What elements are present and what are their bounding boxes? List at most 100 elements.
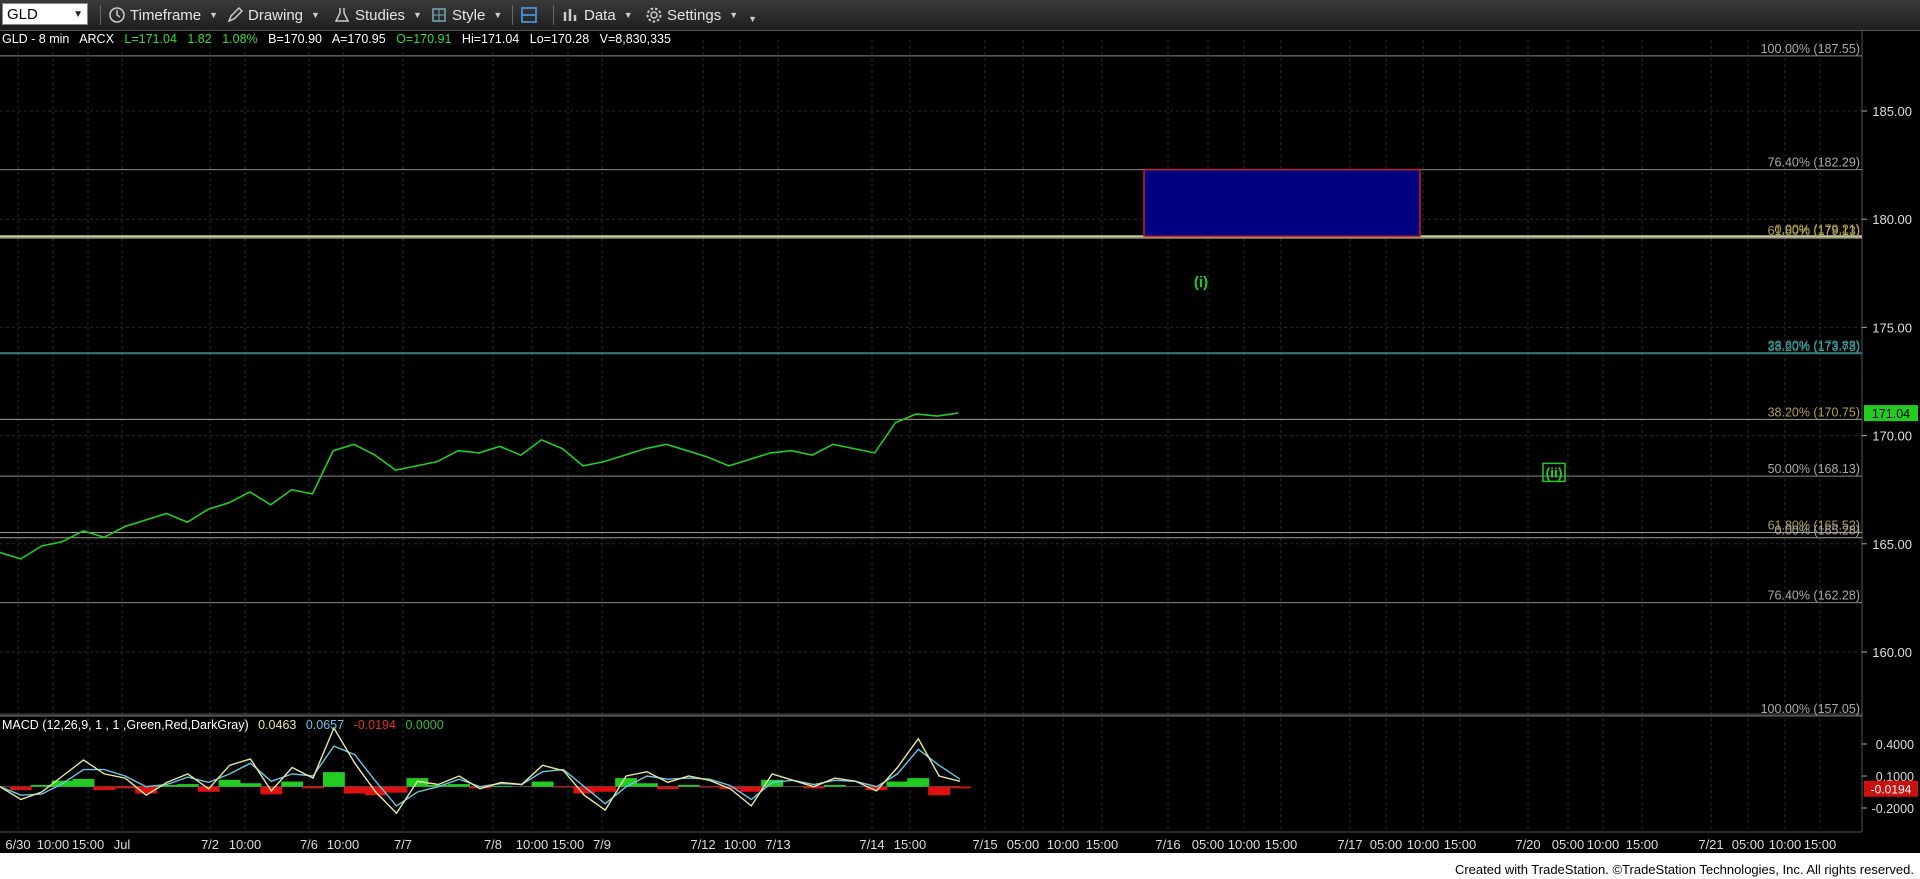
time-tick-label: 6/30 (5, 837, 30, 852)
time-tick-label: 7/17 (1337, 837, 1362, 852)
fib-level-label: 0.00% (165.28) (1775, 524, 1860, 538)
price-line (0, 412, 959, 560)
macd-histogram-bar (9, 786, 32, 791)
time-tick-label: 7/2 (201, 837, 219, 852)
target-zone (1143, 168, 1421, 238)
macd-histogram-bar (385, 786, 408, 793)
signal-value: 0.0657 (305, 718, 345, 732)
time-tick-label: 15:00 (1444, 837, 1477, 852)
macd-panel: 0.40000.1000-0.2000-0.0194 (0, 726, 1918, 816)
time-tick-label: 7/7 (394, 837, 412, 852)
price-tick-label: 170.00 (1872, 429, 1912, 444)
macd-histogram-bar (72, 778, 95, 787)
time-tick-label: 05:00 (1007, 837, 1040, 852)
time-tick-label: 7/6 (300, 837, 318, 852)
fib-level-label: 76.40% (162.28) (1768, 589, 1860, 603)
macd-histogram-bar (448, 784, 471, 787)
price-tick-label: 175.00 (1872, 320, 1912, 335)
macd-histogram-bar (949, 786, 971, 789)
time-tick-label: 10:00 (37, 837, 70, 852)
price-tick-label: 160.00 (1872, 645, 1912, 660)
macd-histogram-bar (594, 786, 617, 792)
macd-study-label[interactable]: MACD (12,26,9, 1 , 1 ,Green,Red,DarkGray… (2, 718, 450, 732)
copyright-footer: Created with TradeStation. ©TradeStation… (1454, 862, 1914, 877)
volume: V=8,830,335 (599, 32, 671, 46)
macd-histogram-bar (343, 786, 366, 794)
macd-histogram-bar (302, 786, 324, 789)
macd-histogram-bar (886, 781, 909, 787)
time-tick-label: 10:00 (1769, 837, 1802, 852)
zero-value: 0.0000 (405, 718, 444, 732)
macd-histogram-bar (928, 786, 951, 796)
wave-label-i: (i) (1194, 274, 1208, 291)
open: O=170.91 (396, 32, 452, 46)
time-tick-label: 05:00 (1370, 837, 1403, 852)
time-tick-label: 10:00 (1587, 837, 1620, 852)
macd-tick-label: 0.4000 (1876, 738, 1914, 752)
macd-signal-line (0, 745, 961, 807)
macd-histogram-bar (239, 783, 262, 787)
time-tick-label: 7/21 (1698, 837, 1723, 852)
fib-level-label: 61.80% (179.13) (1768, 224, 1860, 238)
price-tick-label: 165.00 (1872, 537, 1912, 552)
time-tick-label: 15:00 (1626, 837, 1659, 852)
fib-level-label: 76.40% (182.29) (1768, 156, 1860, 170)
macd-histogram-bar (93, 786, 116, 791)
time-tick-label: 7/13 (765, 837, 790, 852)
macd-histogram-bar (281, 781, 304, 787)
fib-level-label: 38.20% (173.78) (1768, 340, 1860, 354)
time-tick-label: 15:00 (1086, 837, 1119, 852)
macd-histogram-bar (907, 778, 930, 787)
time-tick-label: 10:00 (724, 837, 757, 852)
macd-histogram-bar (114, 786, 137, 789)
time-tick-label: 10:00 (327, 837, 360, 852)
time-tick-label: 7/12 (690, 837, 715, 852)
low: Lo=170.28 (529, 32, 590, 46)
macd-histogram-bar (656, 786, 679, 790)
bid: B=170.90 (268, 32, 323, 46)
macd-histogram-bar (552, 786, 575, 788)
time-tick-label: 7/14 (859, 837, 884, 852)
quote-info-bar: GLD - 8 min ARCX L=171.04 1.82 1.08% B=1… (2, 32, 678, 46)
price-axis: 185.00 180.00 175.00 170.00 165.00 160.00 171.… (1862, 104, 1918, 660)
macd-histogram-bar (322, 772, 345, 787)
macd-value: 0.0463 (258, 718, 297, 732)
symbol-interval: GLD - 8 min (2, 32, 70, 46)
target-box (1143, 168, 1421, 238)
time-tick-label: 10:00 (1047, 837, 1080, 852)
net-change: 1.82 (187, 32, 212, 46)
price-tick-label: 180.00 (1872, 212, 1912, 227)
macd-histogram-bar (636, 783, 658, 787)
time-tick-label: 7/9 (593, 837, 611, 852)
macd-histogram-bar (176, 784, 199, 787)
macd-last-label: -0.0194 (1871, 783, 1912, 797)
time-tick-label: 10:00 (229, 837, 262, 852)
time-tick-label: 7/20 (1515, 837, 1540, 852)
time-tick-label: 05:00 (1732, 837, 1765, 852)
ask: A=170.95 (331, 32, 386, 46)
high: Hi=171.04 (461, 32, 520, 46)
macd-histogram-bar (489, 785, 512, 787)
fib-level-label: 38.20% (170.75) (1768, 405, 1860, 419)
macd-histogram-bar (823, 784, 846, 787)
macd-line (0, 726, 961, 815)
time-tick-label: 15:00 (1804, 837, 1837, 852)
macd-histogram-bar (531, 781, 554, 787)
macd-histogram-bar (677, 784, 700, 787)
time-tick-label: 15:00 (894, 837, 927, 852)
macd-name: MACD (12,26,9, 1 , 1 ,Green,Red,DarkGray… (2, 718, 249, 732)
time-axis: 6/30 10:00 15:00 Jul 7/2 10:00 7/6 10:00 7/7 7/8 1… (5, 837, 1836, 852)
last-price-label: 171.04 (1872, 407, 1910, 421)
wave-labels: (i) (ii) (1194, 274, 1566, 483)
time-tick-label: 05:00 (1552, 837, 1585, 852)
price-tick-label: 185.00 (1872, 104, 1912, 119)
time-tick-label: 15:00 (1265, 837, 1298, 852)
pct-change: 1.08% (222, 32, 258, 46)
time-tick-label: 10:00 (516, 837, 549, 852)
fib-level-label: 100.00% (187.55) (1761, 42, 1860, 56)
time-tick-label: 7/8 (484, 837, 502, 852)
fibonacci-levels: 100.00% (187.55)76.40% (182.29)0.00% (17… (0, 42, 1862, 717)
time-tick-label: 10:00 (1228, 837, 1261, 852)
last-price: L=171.04 (124, 32, 177, 46)
diff-value: -0.0194 (353, 718, 396, 732)
